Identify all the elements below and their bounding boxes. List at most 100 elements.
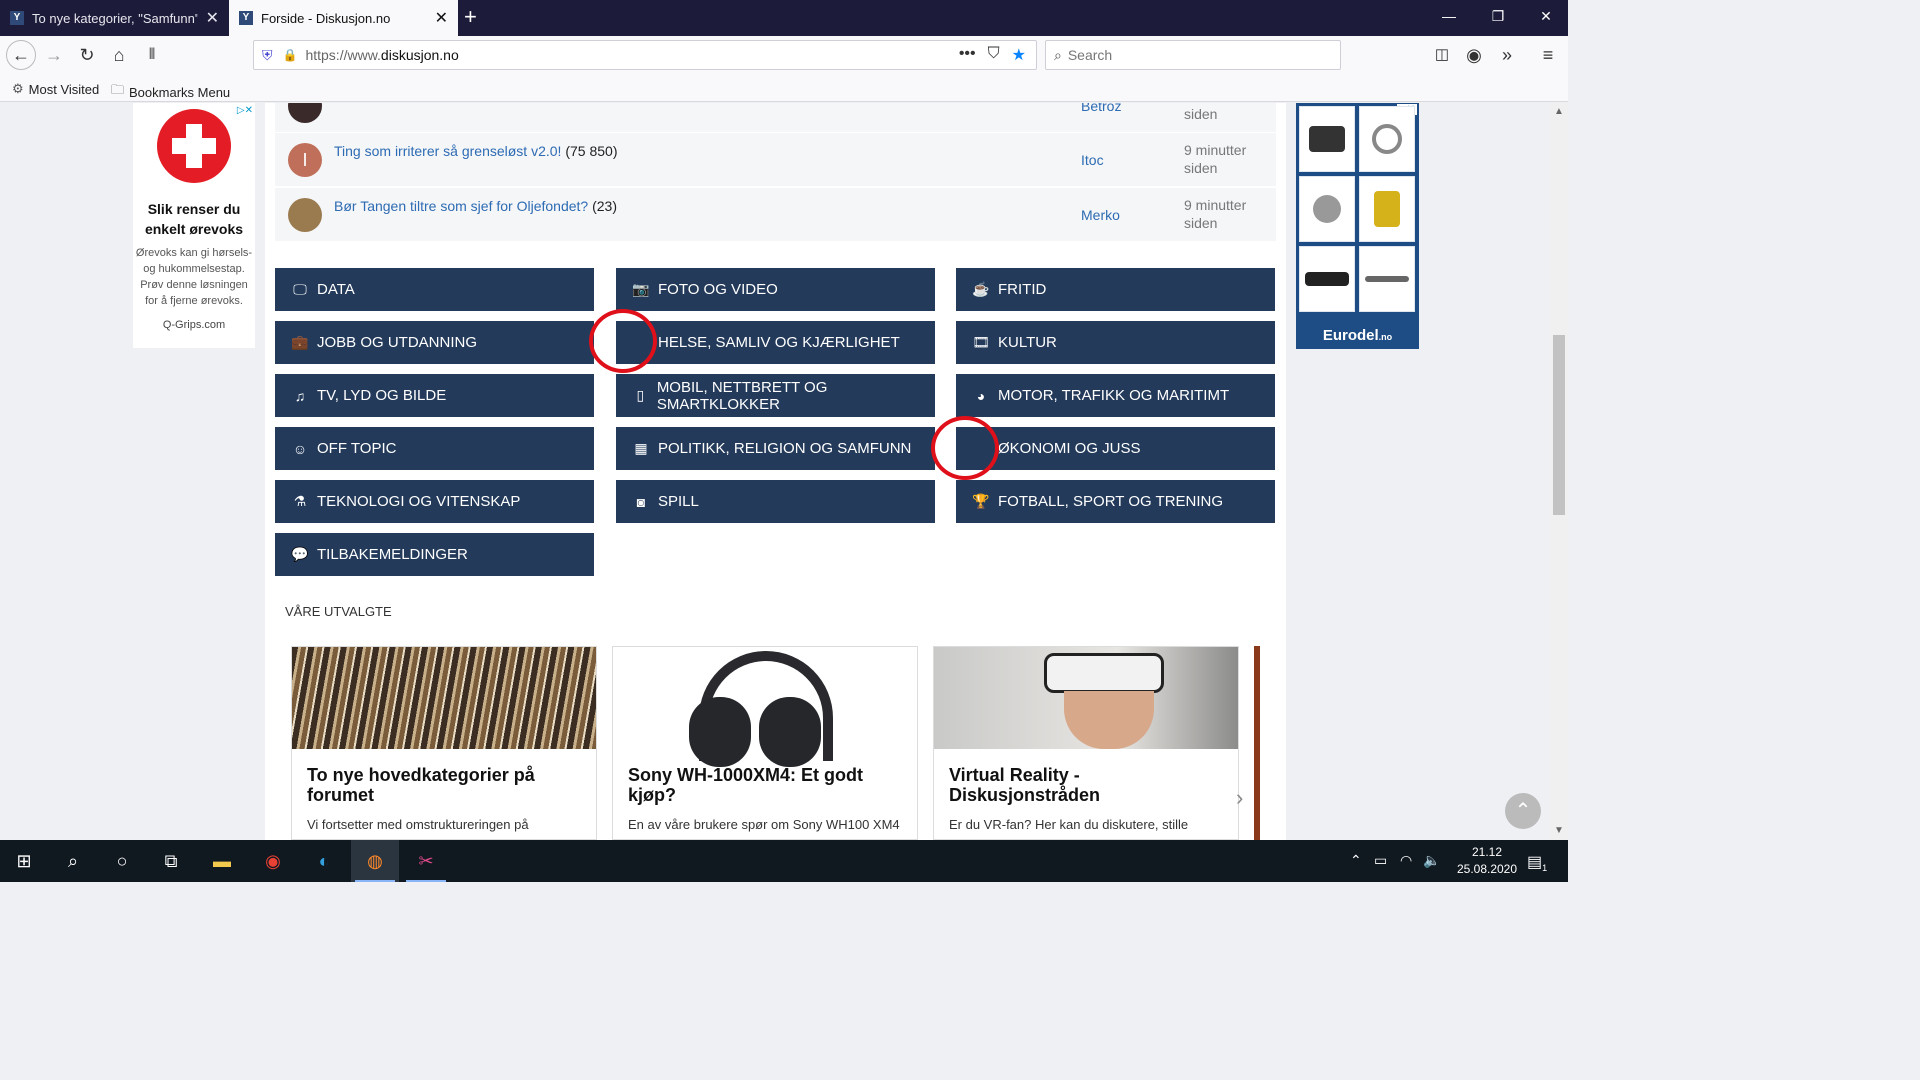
card-title[interactable]: Virtual Reality - Diskusjonstråden (949, 765, 1219, 805)
topic-time: siden (1184, 106, 1218, 122)
category-button[interactable]: ▦ POLITIKK, RELIGION OG SAMFUNN (616, 427, 935, 470)
featured-card[interactable]: Sony WH-1000XM4: Et godt kjøp? En av vår… (612, 646, 918, 840)
site-favicon-icon: Y (239, 11, 253, 25)
scroll-down-icon[interactable]: ▼ (1554, 825, 1564, 836)
topic-row[interactable]: I Ting som irriterer så grenseløst v2.0!… (275, 133, 1276, 187)
overflow-chevron-icon[interactable]: » (1493, 42, 1521, 68)
product-image[interactable] (1359, 246, 1415, 312)
category-button[interactable]: ◕ MOTOR, TRAFIKK OG MARITIMT (956, 374, 1275, 417)
category-button[interactable]: 🖵 DATA (275, 268, 594, 311)
minimize-window-icon[interactable]: — (1434, 8, 1464, 24)
ad-title[interactable]: Slik renser du enkelt ørevoks (133, 199, 255, 239)
system-clock[interactable]: 21.12 25.08.2020 (1448, 844, 1526, 878)
product-image[interactable] (1299, 106, 1355, 172)
avatar[interactable]: I (288, 143, 322, 177)
pocket-icon[interactable]: ⛉ (988, 45, 1000, 65)
featured-card[interactable]: Virtual Reality - Diskusjonstråden Er du… (933, 646, 1239, 840)
category-button[interactable]: HELSE, SAMLIV OG KJÆRLIGHET (616, 321, 935, 364)
cortana-icon[interactable]: ○ (98, 840, 146, 882)
card-text: Er du VR-fan? Her kan du diskutere, stil… (949, 817, 1189, 832)
new-tab-button[interactable]: + (464, 4, 477, 30)
url-text[interactable]: https://www.diskusjon.no (305, 47, 458, 63)
avatar[interactable] (288, 103, 322, 123)
scrollbar-thumb[interactable] (1553, 335, 1565, 515)
scroll-up-icon[interactable]: ▲ (1554, 106, 1564, 117)
card-title[interactable]: Sony WH-1000XM4: Et godt kjøp? (628, 765, 898, 805)
category-button[interactable]: ◙ SPILL (616, 480, 935, 523)
tab-inactive[interactable]: Y To nye kategorier, "Samfunn" e ✕ (0, 0, 229, 36)
featured-card[interactable]: To nye hovedkategorier på forumet Vi for… (291, 646, 597, 840)
restore-window-icon[interactable]: ❐ (1483, 8, 1513, 25)
show-hidden-icons-icon[interactable]: ⌃ (1350, 852, 1362, 869)
chrome-icon[interactable]: ◉ (249, 840, 297, 882)
chevron-right-icon[interactable]: › (1236, 785, 1243, 811)
search-icon[interactable]: ⌕ (49, 840, 97, 882)
firefox-icon[interactable]: ◍ (351, 840, 399, 882)
close-tab-icon[interactable]: ✕ (206, 8, 219, 28)
bookmark-menu[interactable]: 🗀 Bookmarks Menu (111, 81, 230, 103)
advertisement-right[interactable]: ▷✕ Eurodel.no (1296, 103, 1419, 349)
category-button[interactable]: ☺ OFF TOPIC (275, 427, 594, 470)
task-view-icon[interactable]: ⧉ (147, 840, 195, 882)
topic-author[interactable]: Betroz (1081, 103, 1121, 114)
category-button[interactable]: 🏆 FOTBALL, SPORT OG TRENING (956, 480, 1275, 523)
scroll-to-top-icon[interactable]: ⌃ (1505, 793, 1541, 829)
topic-title[interactable]: Bør Tangen tiltre som sjef for Oljefonde… (334, 198, 617, 214)
topic-author[interactable]: Itoc (1081, 152, 1104, 168)
vr-headset-image[interactable] (934, 647, 1238, 749)
product-image[interactable] (1299, 176, 1355, 242)
close-tab-icon[interactable]: ✕ (435, 8, 448, 28)
wifi-icon[interactable]: ◠ (1400, 852, 1412, 869)
product-image[interactable] (1299, 246, 1355, 312)
forward-icon[interactable]: → (40, 42, 68, 68)
product-image[interactable] (1359, 106, 1415, 172)
topic-row[interactable]: Bør Tangen tiltre som sjef for Oljefonde… (275, 188, 1276, 242)
topic-title[interactable]: Ting som irriterer så grenseløst v2.0! (… (334, 143, 618, 159)
close-window-icon[interactable]: ✕ (1531, 8, 1561, 25)
category-button[interactable]: ▯ MOBIL, NETTBRETT OG SMARTKLOKKER (616, 374, 935, 417)
headphones-image[interactable] (613, 647, 917, 767)
reload-icon[interactable]: ↻ (73, 42, 101, 68)
bookmark-star-icon[interactable]: ★ (1012, 45, 1026, 65)
search-input[interactable]: ⌕ Search (1045, 40, 1341, 70)
ad-brand[interactable]: Q-Grips.com (133, 319, 255, 331)
library-icon[interactable]: ⫴ (138, 42, 166, 68)
advertisement-left[interactable]: ▷✕ Slik renser du enkelt ørevoks Ørevoks… (133, 103, 255, 348)
edge-icon[interactable]: ◐ (300, 840, 348, 882)
topic-author[interactable]: Merko (1081, 207, 1120, 223)
ad-choices-icon[interactable]: ▷✕ (237, 105, 253, 116)
sidebar-icon[interactable]: ◫ (1428, 42, 1456, 68)
snipping-tool-icon[interactable]: ✂ (402, 840, 450, 882)
bookmark-most-visited[interactable]: ⚙ Most Visited (12, 81, 99, 97)
category-button[interactable]: 💬 TILBAKEMELDINGER (275, 533, 594, 576)
topic-row[interactable]: Betroz siden (275, 103, 1276, 133)
ad-brand[interactable]: Eurodel.no (1296, 327, 1419, 344)
file-explorer-icon[interactable]: ▬ (198, 840, 246, 882)
lock-icon[interactable]: 🔒 (283, 48, 298, 62)
home-icon[interactable]: ⌂ (105, 42, 133, 68)
flask-icon: ⚗ (293, 493, 307, 509)
address-bar[interactable]: ⛨ 🔒 https://www.diskusjon.no ••• ⛉ ★ (253, 40, 1037, 70)
avatar[interactable] (288, 198, 322, 232)
card-title[interactable]: To nye hovedkategorier på forumet (307, 765, 577, 805)
category-button[interactable]: ØKONOMI OG JUSS (956, 427, 1275, 470)
product-image[interactable] (1359, 176, 1415, 242)
tab-active[interactable]: Y Forside - Diskusjon.no ✕ (229, 0, 458, 36)
notifications-icon[interactable]: ▤1 (1527, 852, 1547, 873)
page-actions-icon[interactable]: ••• (959, 45, 976, 65)
back-icon[interactable]: ← (6, 40, 36, 70)
category-button[interactable]: 📷 FOTO OG VIDEO (616, 268, 935, 311)
battery-icon[interactable]: ▭ (1374, 852, 1387, 869)
category-button[interactable]: 💼 JOBB OG UTDANNING (275, 321, 594, 364)
category-button[interactable]: ☕ FRITID (956, 268, 1275, 311)
record-collection-image[interactable] (292, 647, 596, 749)
category-button[interactable]: 🎞 KULTUR (956, 321, 1275, 364)
category-button[interactable]: ⚗ TEKNOLOGI OG VITENSKAP (275, 480, 594, 523)
account-icon[interactable]: ◉ (1460, 42, 1488, 68)
volume-icon[interactable]: 🔈 (1423, 852, 1440, 869)
windows-start-icon[interactable]: ⊞ (0, 840, 48, 882)
category-button[interactable]: ♫ TV, LYD OG BILDE (275, 374, 594, 417)
tracking-protection-shield-icon[interactable]: ⛨ (262, 47, 273, 64)
menu-hamburger-icon[interactable]: ≡ (1534, 42, 1562, 68)
page-scrollbar[interactable]: ▲ ▼ (1550, 103, 1568, 840)
